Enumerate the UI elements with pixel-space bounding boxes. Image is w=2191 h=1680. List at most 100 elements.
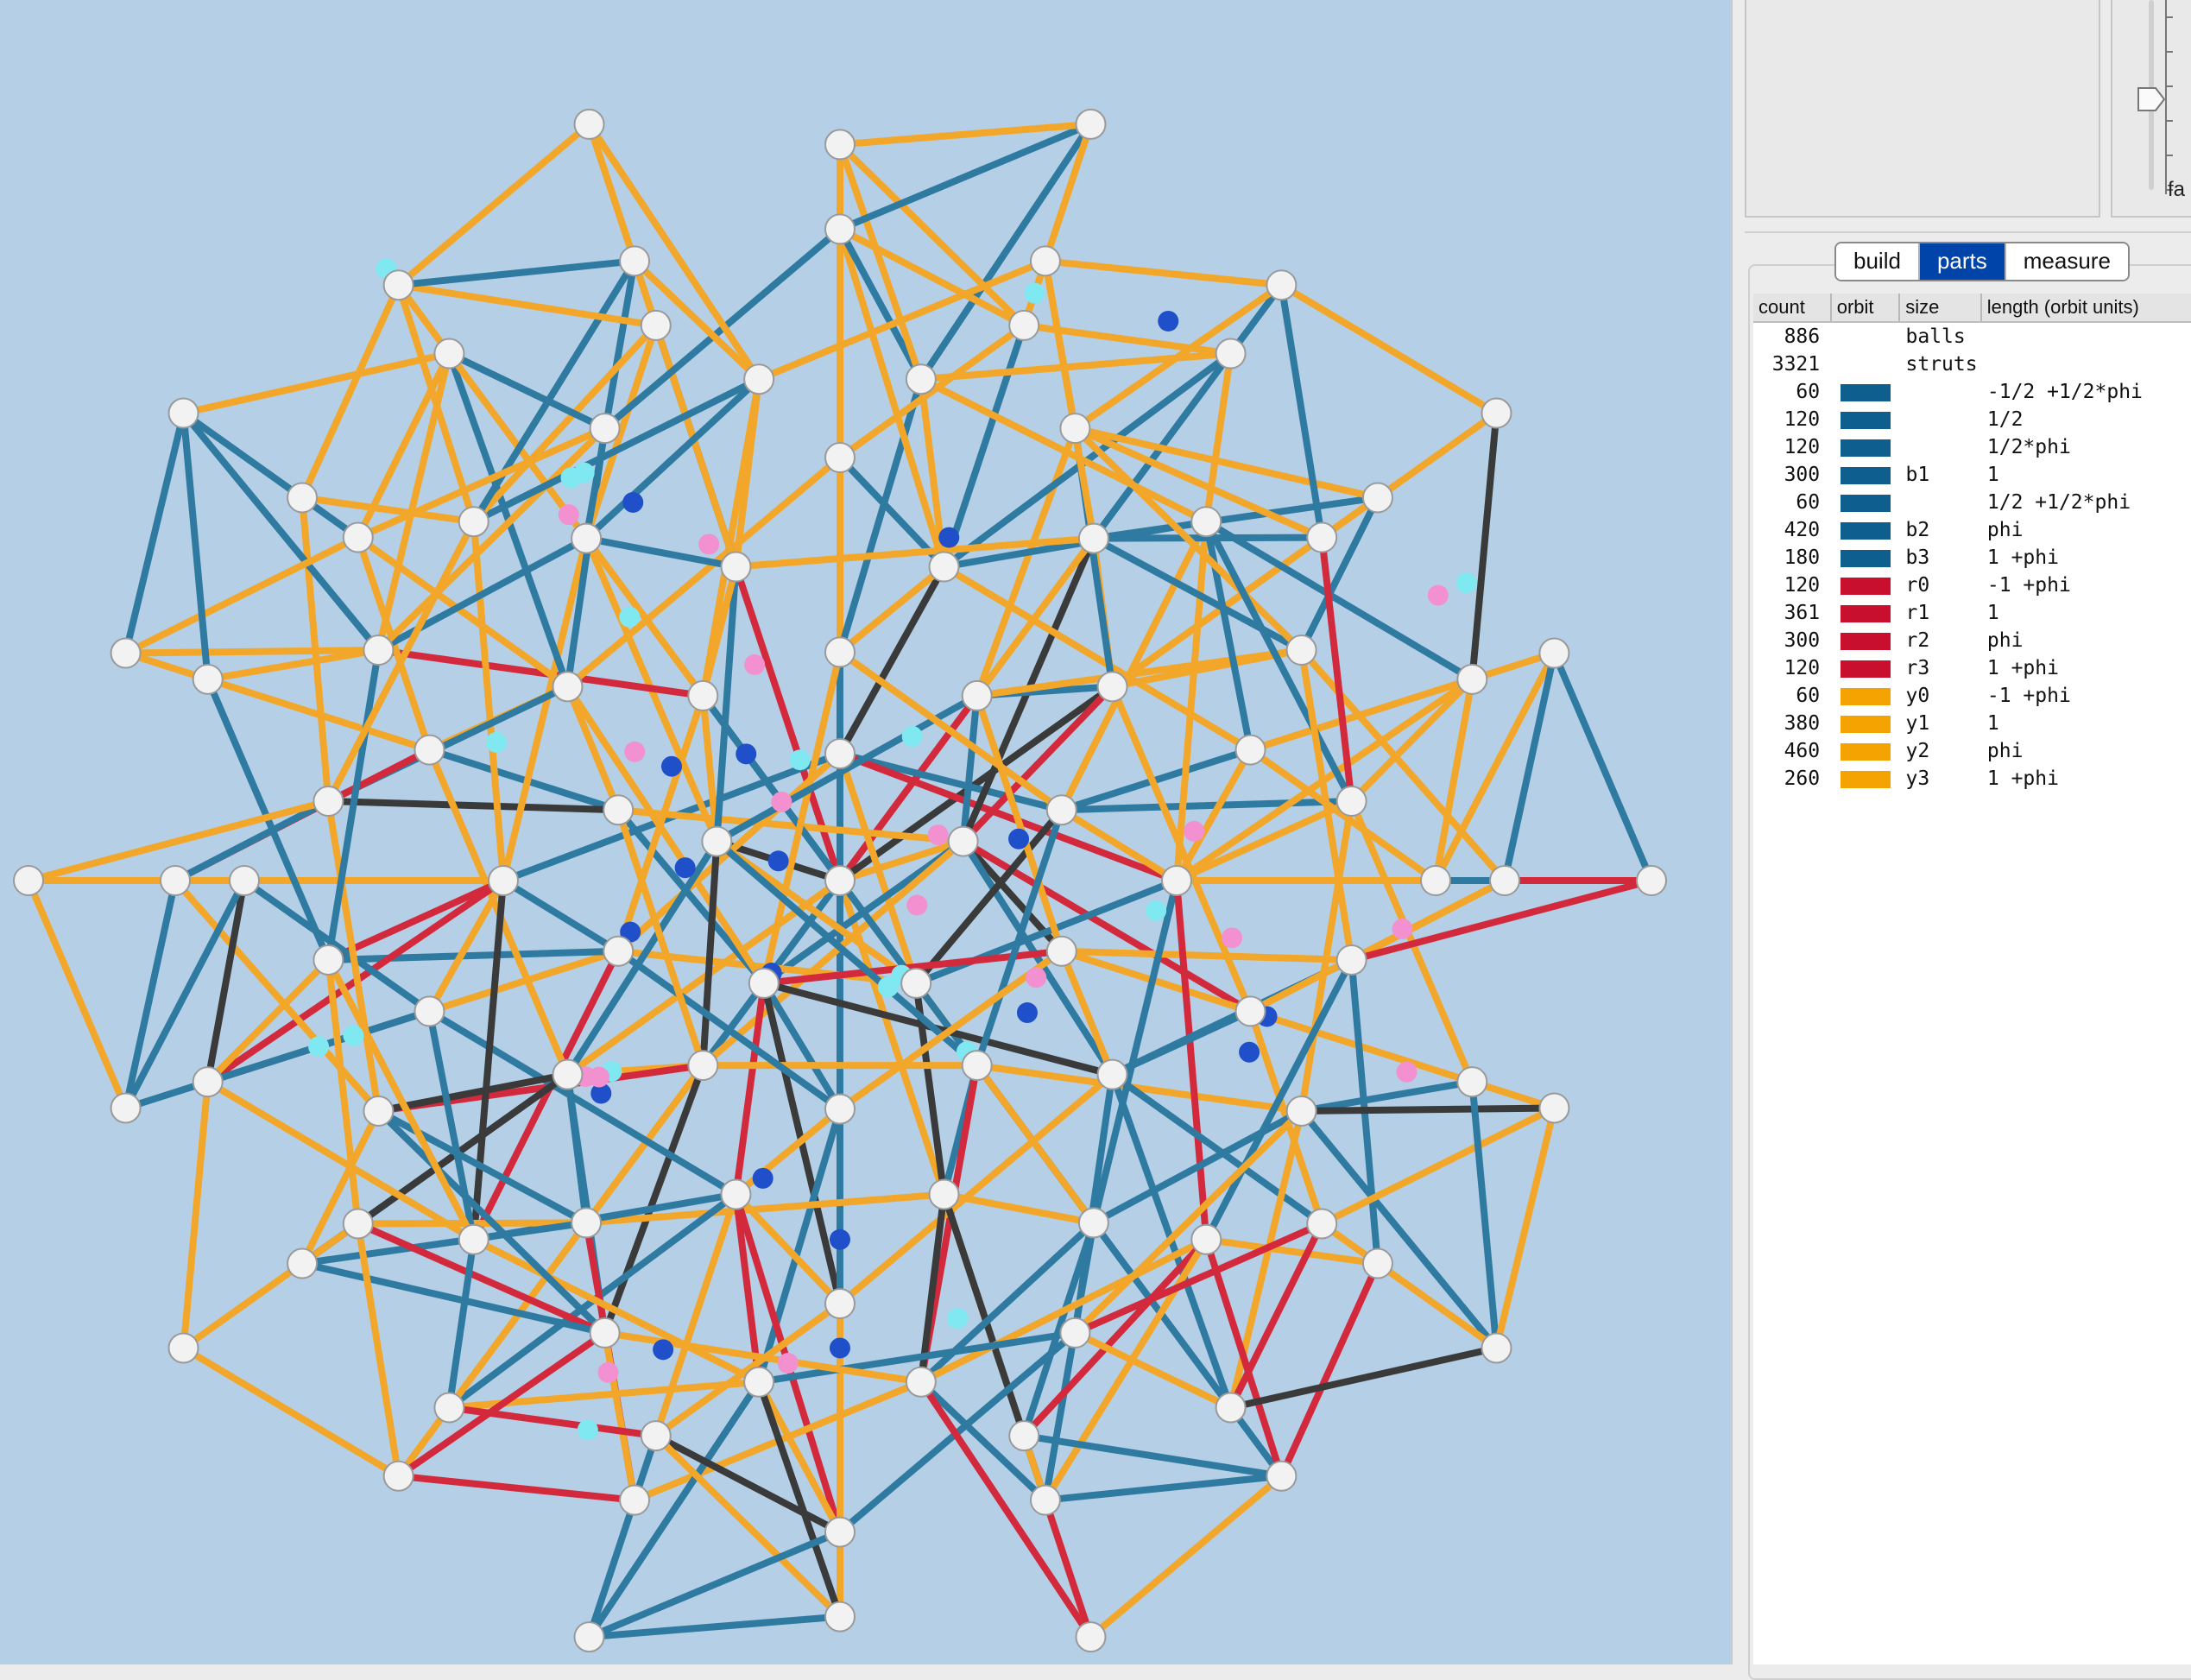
strut[interactable] — [180, 409, 212, 683]
strut[interactable] — [1041, 257, 1285, 289]
header-length[interactable]: length (orbit units) — [1982, 294, 2191, 321]
connector-ball[interactable] — [573, 462, 595, 483]
vertex-ball[interactable] — [824, 1093, 856, 1125]
vertex-ball[interactable] — [1075, 108, 1107, 140]
vertex-ball[interactable] — [571, 1207, 603, 1239]
strut[interactable] — [1550, 649, 1655, 884]
3d-viewport[interactable] — [0, 0, 1731, 1664]
connector-ball[interactable] — [1016, 1002, 1038, 1024]
vertex-ball[interactable] — [414, 734, 445, 766]
strut[interactable] — [395, 120, 593, 289]
vertex-ball[interactable] — [342, 1208, 374, 1240]
vertex-ball[interactable] — [167, 397, 199, 429]
vertex-ball[interactable] — [1481, 1332, 1512, 1364]
vertex-ball[interactable] — [928, 1178, 960, 1210]
vertex-ball[interactable] — [824, 1516, 856, 1548]
connector-ball[interactable] — [1455, 572, 1477, 594]
strut[interactable] — [940, 1191, 1097, 1227]
table-row[interactable]: 60 -1/2 +1/2*phi — [1753, 378, 2191, 406]
vertex-ball[interactable] — [687, 679, 719, 711]
vertex-ball[interactable] — [824, 865, 856, 896]
vertex-ball[interactable] — [743, 363, 775, 395]
strut[interactable] — [755, 257, 1049, 383]
vertex-ball[interactable] — [1335, 786, 1367, 818]
vertex-ball[interactable] — [1489, 865, 1520, 896]
table-row[interactable]: 120 1/2 — [1753, 406, 2191, 433]
table-row[interactable]: 886 balls — [1753, 323, 2191, 351]
vertex-ball[interactable] — [1266, 1460, 1298, 1492]
slider-thumb[interactable] — [2137, 86, 2166, 112]
strut[interactable] — [354, 1220, 402, 1480]
table-row[interactable]: 380 y1 1 — [1753, 710, 2191, 737]
vertex-ball[interactable] — [824, 636, 856, 668]
table-row[interactable]: 60 1/2 +1/2*phi — [1753, 489, 2191, 516]
connector-ball[interactable] — [901, 725, 923, 747]
vertex-ball[interactable] — [1361, 482, 1393, 514]
vertex-ball[interactable] — [110, 1092, 142, 1124]
connector-ball[interactable] — [877, 976, 899, 998]
connector-ball[interactable] — [767, 850, 789, 872]
strut[interactable] — [973, 1062, 1097, 1227]
connector-ball[interactable] — [771, 791, 792, 812]
vertex-ball[interactable] — [824, 1601, 856, 1633]
strut[interactable] — [426, 1007, 477, 1243]
strut[interactable] — [122, 409, 187, 657]
vertex-ball[interactable] — [13, 865, 44, 896]
strut[interactable] — [1468, 1078, 1500, 1352]
vertex-ball[interactable] — [1190, 506, 1222, 538]
header-orbit[interactable]: orbit — [1832, 294, 1901, 321]
vertex-ball[interactable] — [1306, 521, 1338, 553]
strut[interactable] — [122, 647, 382, 657]
vertex-ball[interactable] — [1215, 1392, 1247, 1424]
vertex-ball[interactable] — [603, 935, 635, 967]
connector-ball[interactable] — [1239, 1041, 1260, 1063]
vertex-ball[interactable] — [229, 865, 260, 896]
strut[interactable] — [585, 120, 763, 383]
vertex-ball[interactable] — [287, 482, 319, 514]
vertex-ball[interactable] — [1215, 338, 1247, 369]
strut[interactable] — [837, 877, 948, 1198]
strut[interactable] — [375, 647, 707, 699]
connector-ball[interactable] — [744, 654, 766, 675]
vertex-ball[interactable] — [824, 442, 856, 473]
vertex-ball[interactable] — [1234, 995, 1266, 1027]
strut[interactable] — [1227, 1344, 1500, 1412]
strut[interactable] — [585, 120, 639, 265]
vertex-ball[interactable] — [1361, 1247, 1393, 1279]
connector-ball[interactable] — [1392, 919, 1413, 940]
strut[interactable] — [837, 376, 925, 656]
connector-ball[interactable] — [1146, 900, 1167, 921]
vertex-ball[interactable] — [905, 1366, 937, 1398]
vertex-ball[interactable] — [287, 1247, 319, 1279]
strut[interactable] — [1041, 257, 1079, 433]
vertex-ball[interactable] — [458, 1223, 489, 1255]
strut[interactable] — [122, 534, 362, 657]
strut[interactable] — [395, 281, 477, 526]
vertex-ball[interactable] — [947, 825, 979, 857]
strut[interactable] — [1501, 649, 1558, 884]
table-row[interactable]: 300 r2 phi — [1753, 627, 2191, 654]
table-row[interactable]: 300 b1 1 — [1753, 461, 2191, 489]
table-row[interactable]: 460 y2 phi — [1753, 737, 2191, 765]
tab-measure[interactable]: measure — [2005, 243, 2128, 280]
vertex-ball[interactable] — [488, 865, 519, 896]
vertex-ball[interactable] — [433, 1392, 465, 1424]
tab-build[interactable]: build — [1836, 243, 1920, 280]
connector-ball[interactable] — [1396, 1061, 1418, 1083]
connector-ball[interactable] — [789, 749, 811, 771]
strut[interactable] — [585, 1432, 660, 1641]
vertex-ball[interactable] — [589, 1317, 621, 1348]
strut[interactable] — [299, 1107, 382, 1267]
vertex-ball[interactable] — [382, 1460, 414, 1492]
vertex-ball[interactable] — [743, 1366, 775, 1398]
vertex-ball[interactable] — [573, 108, 605, 140]
strut[interactable] — [325, 798, 622, 814]
vertex-ball[interactable] — [552, 671, 584, 703]
vertex-ball[interactable] — [1306, 1208, 1338, 1240]
vertex-ball[interactable] — [192, 1066, 224, 1098]
table-row[interactable]: 180 b3 1 +phi — [1753, 544, 2191, 572]
connector-ball[interactable] — [906, 894, 928, 916]
vertex-ball[interactable] — [167, 1332, 199, 1364]
vertex-ball[interactable] — [458, 506, 489, 538]
vertex-ball[interactable] — [1335, 944, 1367, 976]
